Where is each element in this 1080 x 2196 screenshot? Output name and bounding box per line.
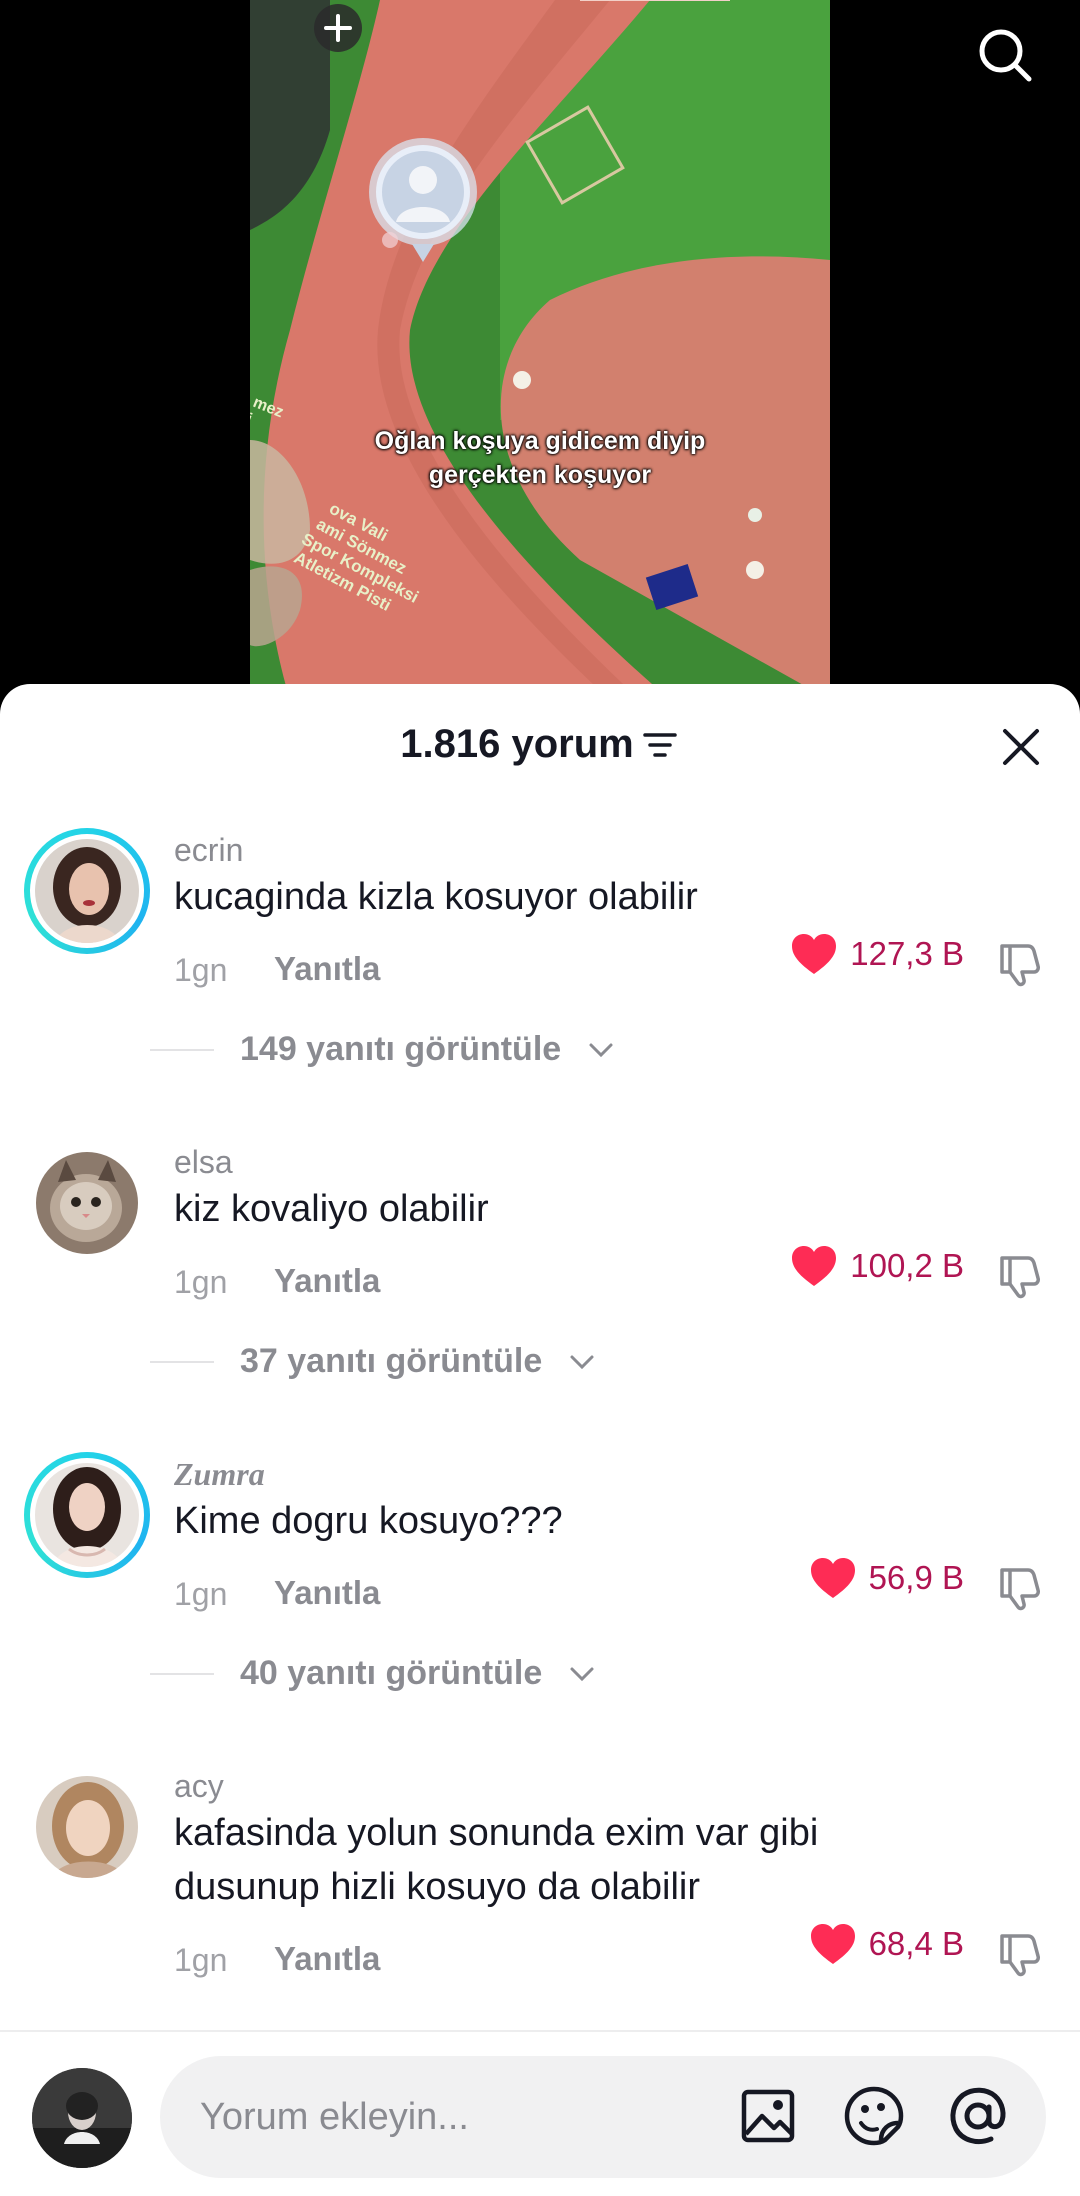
video-player[interactable]: ova Vali ami Sönmez Spor Kompleksi Atlet…: [0, 0, 1080, 700]
comment-item: ecrin kucaginda kizla kosuyor olabilir 1…: [0, 828, 1080, 1108]
like-button[interactable]: 127,3 B: [790, 932, 964, 976]
caption-line-2: gerçekten koşuyor: [428, 461, 652, 489]
view-replies-button[interactable]: 149 yanıtı görüntüle: [150, 1030, 615, 1069]
like-button[interactable]: 56,9 B: [809, 1556, 964, 1600]
dislike-button[interactable]: [992, 1250, 1044, 1302]
mention-icon: [950, 2087, 1006, 2145]
chevron-down-icon: [589, 1043, 613, 1057]
like-count: 100,2 B: [850, 1247, 964, 1284]
search-icon: [979, 29, 1032, 82]
avatar[interactable]: [24, 1764, 150, 1890]
like-count: 127,3 B: [850, 935, 964, 972]
mention-button[interactable]: [946, 2084, 1010, 2148]
heart-icon: [792, 934, 837, 974]
comment-text: kafasinda yolun sonunda exim var gibi du…: [174, 1812, 819, 1908]
comments-title-row: 1.816 yorum: [0, 722, 1080, 767]
comment-input-bar: [0, 2030, 1080, 2196]
like-button[interactable]: 100,2 B: [790, 1244, 964, 1288]
dislike-icon: [1000, 944, 1040, 987]
chevron-down-icon: [570, 1355, 594, 1369]
video-frame[interactable]: ova Vali ami Sönmez Spor Kompleksi Atlet…: [250, 0, 830, 700]
emoji-button[interactable]: [842, 2084, 906, 2148]
reply-button[interactable]: Yanıtla: [274, 1940, 380, 1978]
comment-time: 1gn: [174, 1576, 228, 1612]
image-button[interactable]: [736, 2084, 800, 2148]
dislike-button[interactable]: [992, 1562, 1044, 1614]
divider-line: [150, 1672, 214, 1675]
dislike-button[interactable]: [992, 938, 1044, 990]
like-count: 68,4 B: [868, 1925, 964, 1962]
heart-icon: [810, 1558, 855, 1598]
comment-item: acy kafasinda yolun sonunda exim var gib…: [0, 1764, 1080, 2004]
comment-username[interactable]: Zumra: [174, 1456, 265, 1493]
image-icon: [741, 2089, 795, 2143]
divider-line: [150, 1048, 214, 1051]
comments-header: 1.816 yorum: [0, 684, 1080, 804]
search-button[interactable]: [970, 20, 1040, 90]
like-count: 56,9 B: [868, 1559, 964, 1596]
avatar[interactable]: [24, 828, 150, 954]
comment-username[interactable]: acy: [174, 1768, 224, 1805]
avatar-image: [35, 839, 139, 943]
sort-icon: [642, 732, 677, 757]
heart-icon: [792, 1246, 837, 1286]
reply-button[interactable]: Yanıtla: [274, 1574, 380, 1612]
reply-button[interactable]: Yanıtla: [274, 950, 380, 988]
comments-sheet: 1.816 yorum ecrin kucaginda kizla kosuyo…: [0, 684, 1080, 2196]
emoji-icon: [844, 2086, 904, 2146]
avatar[interactable]: [24, 1140, 150, 1266]
comment-time: 1gn: [174, 1942, 228, 1978]
comment-count-title: 1.816 yorum: [400, 722, 634, 766]
avatar-image: [32, 2068, 132, 2168]
avatar[interactable]: [24, 1452, 150, 1578]
comment-time: 1gn: [174, 952, 228, 988]
add-button[interactable]: [306, 0, 370, 56]
avatar-image: [36, 1776, 138, 1878]
heart-icon: [810, 1924, 855, 1964]
view-replies-label: 37 yanıtı görüntüle: [240, 1342, 543, 1380]
story-ring: [24, 1452, 150, 1578]
like-button[interactable]: 68,4 B: [809, 1922, 964, 1966]
caption-line-1: Oğlan koşuya gidicem diyip: [374, 427, 706, 455]
divider-line: [150, 1360, 214, 1363]
view-replies-button[interactable]: 40 yanıtı görüntüle: [150, 1654, 596, 1693]
avatar-image: [36, 1152, 138, 1254]
video-caption: Oğlan koşuya gidicem diyip gerçekten koş…: [250, 424, 830, 492]
dislike-icon: [1000, 1568, 1040, 1611]
comment-text: kiz kovaliyo olabilir: [174, 1188, 489, 1230]
video-thumbnail: ova Vali ami Sönmez Spor Kompleksi Atlet…: [250, 0, 830, 700]
comment-username[interactable]: ecrin: [174, 832, 243, 869]
avatar-image: [35, 1463, 139, 1567]
comment-item: elsa kiz kovaliyo olabilir 1gn Yanıtla 1…: [0, 1140, 1080, 1420]
comment-input[interactable]: [160, 2056, 1046, 2178]
sort-button[interactable]: [640, 725, 680, 765]
story-ring: [24, 828, 150, 954]
close-icon: [1003, 729, 1039, 765]
comment-time: 1gn: [174, 1264, 228, 1300]
dislike-icon: [1000, 1256, 1040, 1299]
view-replies-label: 149 yanıtı görüntüle: [240, 1030, 562, 1068]
comment-text: Kime dogru kosuyo???: [174, 1500, 563, 1542]
comment-text: kucaginda kizla kosuyor olabilir: [174, 876, 698, 918]
plus-icon: [314, 4, 362, 52]
comment-item: Zumra Kime dogru kosuyo??? 1gn Yanıtla 5…: [0, 1452, 1080, 1732]
close-button[interactable]: [996, 722, 1046, 772]
reply-button[interactable]: Yanıtla: [274, 1262, 380, 1300]
view-replies-button[interactable]: 37 yanıtı görüntüle: [150, 1342, 596, 1381]
dislike-button[interactable]: [992, 1928, 1044, 1980]
view-replies-label: 40 yanıtı görüntüle: [240, 1654, 543, 1692]
dislike-icon: [1000, 1934, 1040, 1977]
my-avatar[interactable]: [32, 2068, 132, 2168]
chevron-down-icon: [570, 1667, 594, 1681]
comment-username[interactable]: elsa: [174, 1144, 233, 1181]
